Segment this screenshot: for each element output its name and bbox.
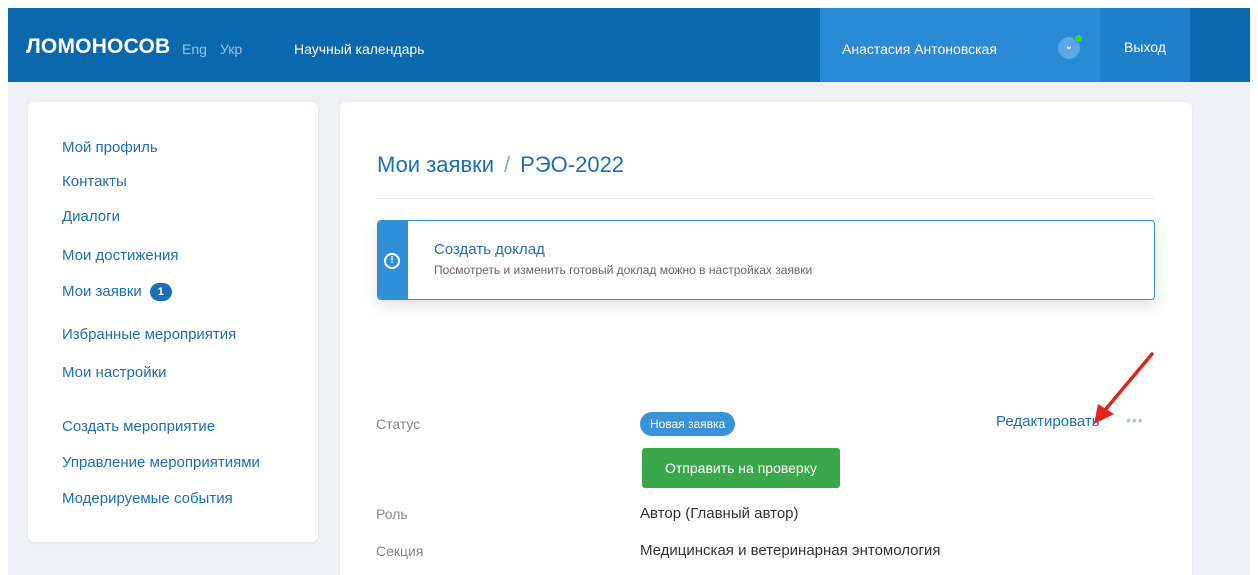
nav-science-calendar[interactable]: Научный календарь bbox=[294, 41, 424, 57]
alert-accent-bar: ! bbox=[378, 221, 408, 299]
sidebar-item-dialogs[interactable]: Диалоги bbox=[62, 208, 120, 225]
app-frame: ЛОМОНОСОВ Eng Укр Научный календарь Анас… bbox=[8, 8, 1250, 575]
sidebar-item-label: Мои заявки bbox=[62, 283, 142, 300]
sidebar: Мой профиль Контакты Диалоги Мои достиже… bbox=[28, 102, 318, 542]
sidebar-item-achievements[interactable]: Мои достижения bbox=[62, 247, 179, 264]
role-value: Автор (Главный автор) bbox=[640, 505, 799, 522]
user-menu-toggle[interactable]: ⌄ bbox=[1058, 34, 1083, 59]
submit-for-review-button[interactable]: Отправить на проверку bbox=[642, 448, 840, 488]
annotation-arrow-icon bbox=[1094, 352, 1154, 424]
sidebar-item-profile[interactable]: Мой профиль bbox=[62, 139, 158, 156]
create-report-alert[interactable]: ! Создать доклад Посмотреть и изменить г… bbox=[377, 220, 1155, 300]
sidebar-item-settings[interactable]: Мои настройки bbox=[62, 364, 167, 381]
status-badge: Новая заявка bbox=[640, 412, 736, 436]
sidebar-item-favorite-events[interactable]: Избранные мероприятия bbox=[62, 326, 236, 343]
user-name-link[interactable]: Анастасия Антоновская bbox=[842, 41, 997, 57]
sidebar-item-create-event[interactable]: Создать мероприятие bbox=[62, 418, 215, 435]
top-navbar: ЛОМОНОСОВ Eng Укр Научный календарь Анас… bbox=[8, 8, 1250, 82]
status-label: Статус bbox=[376, 416, 421, 432]
breadcrumb-current: РЭО-2022 bbox=[520, 152, 625, 177]
section-label: Секция bbox=[376, 543, 424, 559]
divider bbox=[377, 198, 1155, 199]
lang-ukr-link[interactable]: Укр bbox=[220, 41, 242, 57]
alert-title[interactable]: Создать доклад bbox=[434, 241, 545, 258]
online-status-dot bbox=[1074, 34, 1083, 43]
lang-eng-link[interactable]: Eng bbox=[182, 41, 207, 57]
exclamation-circle-icon: ! bbox=[384, 253, 400, 269]
logout-button[interactable]: Выход bbox=[1100, 8, 1190, 82]
breadcrumb-parent[interactable]: Мои заявки bbox=[377, 152, 494, 177]
edit-link[interactable]: Редактировать bbox=[996, 413, 1100, 430]
sidebar-item-manage-events[interactable]: Управление мероприятиями bbox=[62, 454, 260, 471]
main-panel: Мои заявки / РЭО-2022 ! Создать доклад Пос… bbox=[340, 102, 1192, 575]
breadcrumb: Мои заявки / РЭО-2022 bbox=[377, 152, 624, 178]
brand-logo[interactable]: ЛОМОНОСОВ bbox=[26, 35, 170, 59]
sidebar-item-contacts[interactable]: Контакты bbox=[62, 173, 127, 190]
alert-text: Посмотреть и изменить готовый доклад мож… bbox=[434, 263, 813, 277]
breadcrumb-separator: / bbox=[504, 152, 511, 177]
section-value: Медицинская и ветеринарная энтомология bbox=[640, 542, 941, 559]
user-area: Анастасия Антоновская ⌄ bbox=[820, 8, 1100, 82]
role-label: Роль bbox=[376, 506, 408, 522]
count-badge: 1 bbox=[149, 283, 172, 301]
sidebar-item-my-applications[interactable]: Мои заявки 1 bbox=[62, 283, 172, 301]
sidebar-item-moderated-events[interactable]: Модерируемые события bbox=[62, 490, 233, 507]
